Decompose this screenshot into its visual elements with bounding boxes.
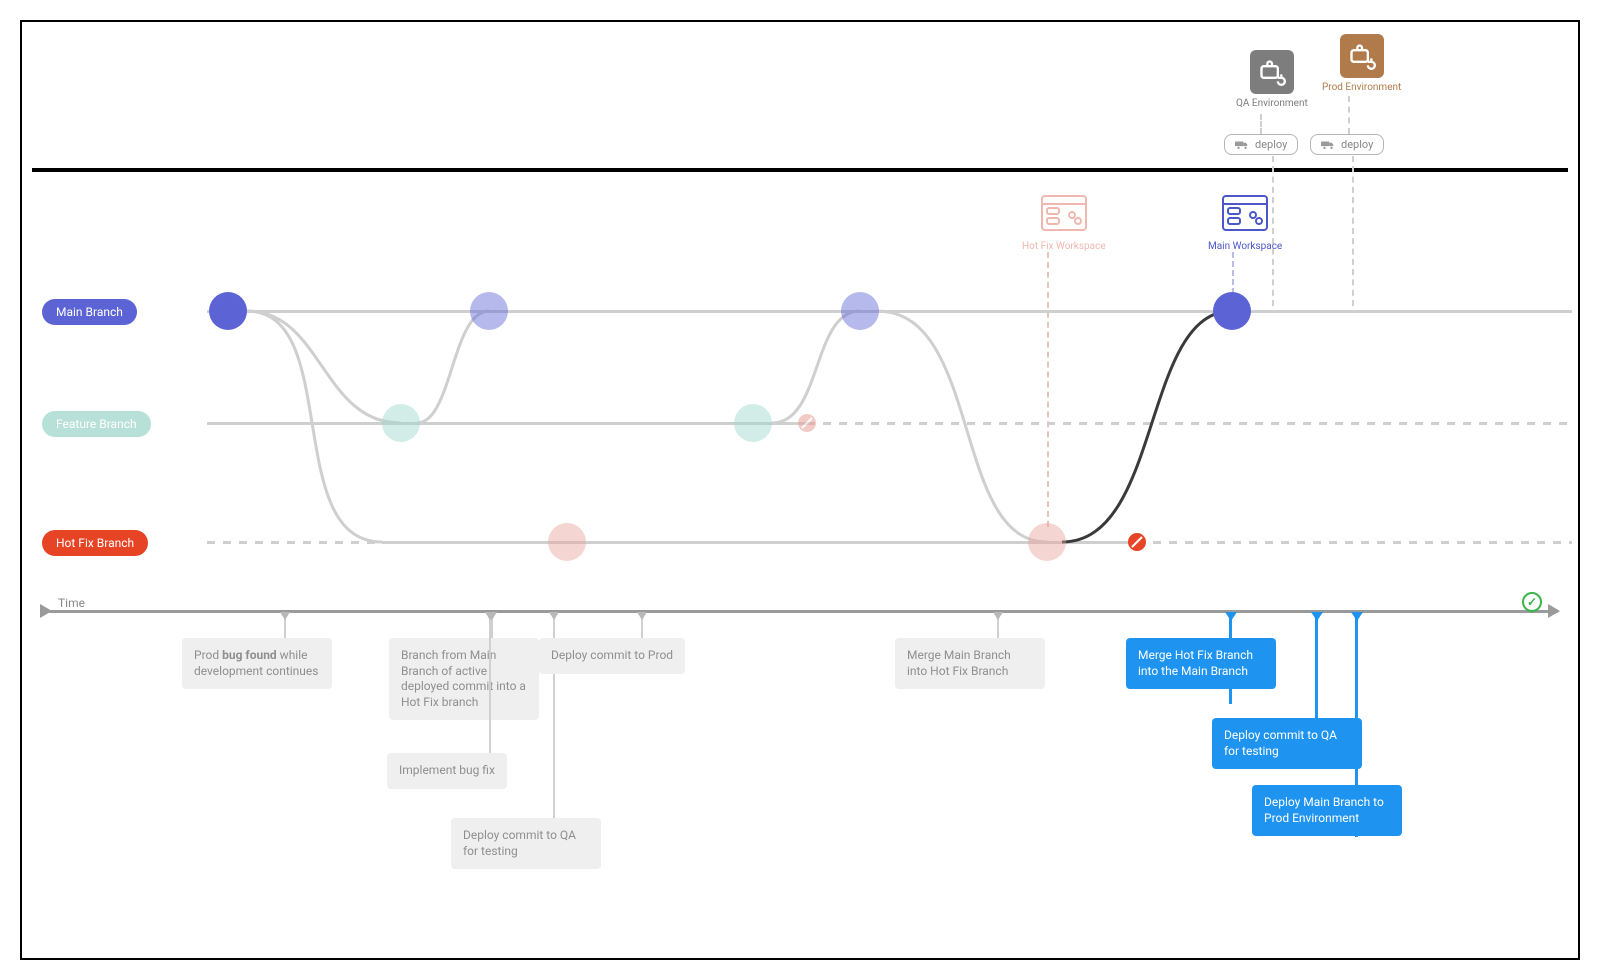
stop-marker xyxy=(1127,532,1147,552)
feature-branch-line-dashed xyxy=(807,422,1572,425)
stop-marker xyxy=(797,413,817,433)
truck-icon xyxy=(1235,140,1249,150)
hotfix-branch-line-dashed-right xyxy=(1137,541,1572,544)
feature-branch-label: Feature Branch xyxy=(42,411,151,437)
note: Deploy Main Branch to Prod Environment xyxy=(1252,785,1402,836)
commit-main2 xyxy=(470,292,508,330)
note: Deploy commit to Prod xyxy=(539,638,685,674)
workspace-connector xyxy=(1232,252,1234,294)
note: Merge Main Branch into Hot Fix Branch xyxy=(895,638,1045,689)
note: Deploy commit to QA for testing xyxy=(1212,718,1362,769)
note: Branch from Main Branch of active deploy… xyxy=(389,638,539,720)
workspace-icon xyxy=(1040,194,1088,234)
note: Prod bug found while development continu… xyxy=(182,638,332,689)
prod-environment-label: Prod Environment xyxy=(1322,82,1401,93)
workspace-connector xyxy=(1047,252,1049,527)
divider xyxy=(32,168,1568,172)
deploy-badge-label: deploy xyxy=(1255,138,1287,151)
commit-hot2 xyxy=(1028,523,1066,561)
env-connector xyxy=(1260,114,1262,134)
deploy-badge-label: deploy xyxy=(1341,138,1373,151)
hotfix-branch-line-dashed-left xyxy=(207,541,382,544)
main-workspace-label: Main Workspace xyxy=(1208,241,1282,252)
qa-environment: QA Environment xyxy=(1236,50,1308,109)
commit-main4 xyxy=(1213,292,1251,330)
hotfix-workspace: Hot Fix Workspace xyxy=(1022,194,1106,252)
commit-feat2 xyxy=(734,404,772,442)
time-label: Time xyxy=(58,596,85,610)
deploy-badge-prod: deploy xyxy=(1310,134,1384,155)
commit-hot1 xyxy=(548,523,586,561)
note: Implement bug fix xyxy=(387,753,507,789)
main-workspace: Main Workspace xyxy=(1208,194,1282,252)
commit-main1 xyxy=(209,292,247,330)
env-connector xyxy=(1352,156,1354,306)
prod-environment: Prod Environment xyxy=(1322,34,1401,93)
hotfix-workspace-label: Hot Fix Workspace xyxy=(1022,241,1106,252)
note: Deploy commit to QA for testing xyxy=(451,818,601,869)
arrow-icon xyxy=(1548,604,1560,618)
env-connector xyxy=(1348,96,1350,134)
main-branch-line xyxy=(207,310,1572,313)
workspace-icon xyxy=(1221,194,1269,234)
time-axis xyxy=(42,610,1558,613)
truck-icon xyxy=(1321,140,1335,150)
deploy-badge-qa: deploy xyxy=(1224,134,1298,155)
hotfix-branch-label: Hot Fix Branch xyxy=(42,530,148,556)
commit-feat1 xyxy=(382,404,420,442)
diagram-frame: QA Environment Prod Environment deploy d… xyxy=(20,20,1580,960)
arrow-icon xyxy=(40,604,52,618)
main-branch-label: Main Branch xyxy=(42,299,137,325)
commit-main3 xyxy=(841,292,879,330)
briefcase-sync-icon xyxy=(1340,34,1384,78)
feature-branch-line xyxy=(207,422,807,425)
qa-environment-label: QA Environment xyxy=(1236,98,1308,109)
hotfix-branch-line xyxy=(382,541,1137,544)
note: Merge Hot Fix Branch into the Main Branc… xyxy=(1126,638,1276,689)
briefcase-sync-icon xyxy=(1250,50,1294,94)
check-icon: ✓ xyxy=(1522,592,1542,612)
leader xyxy=(489,613,491,759)
